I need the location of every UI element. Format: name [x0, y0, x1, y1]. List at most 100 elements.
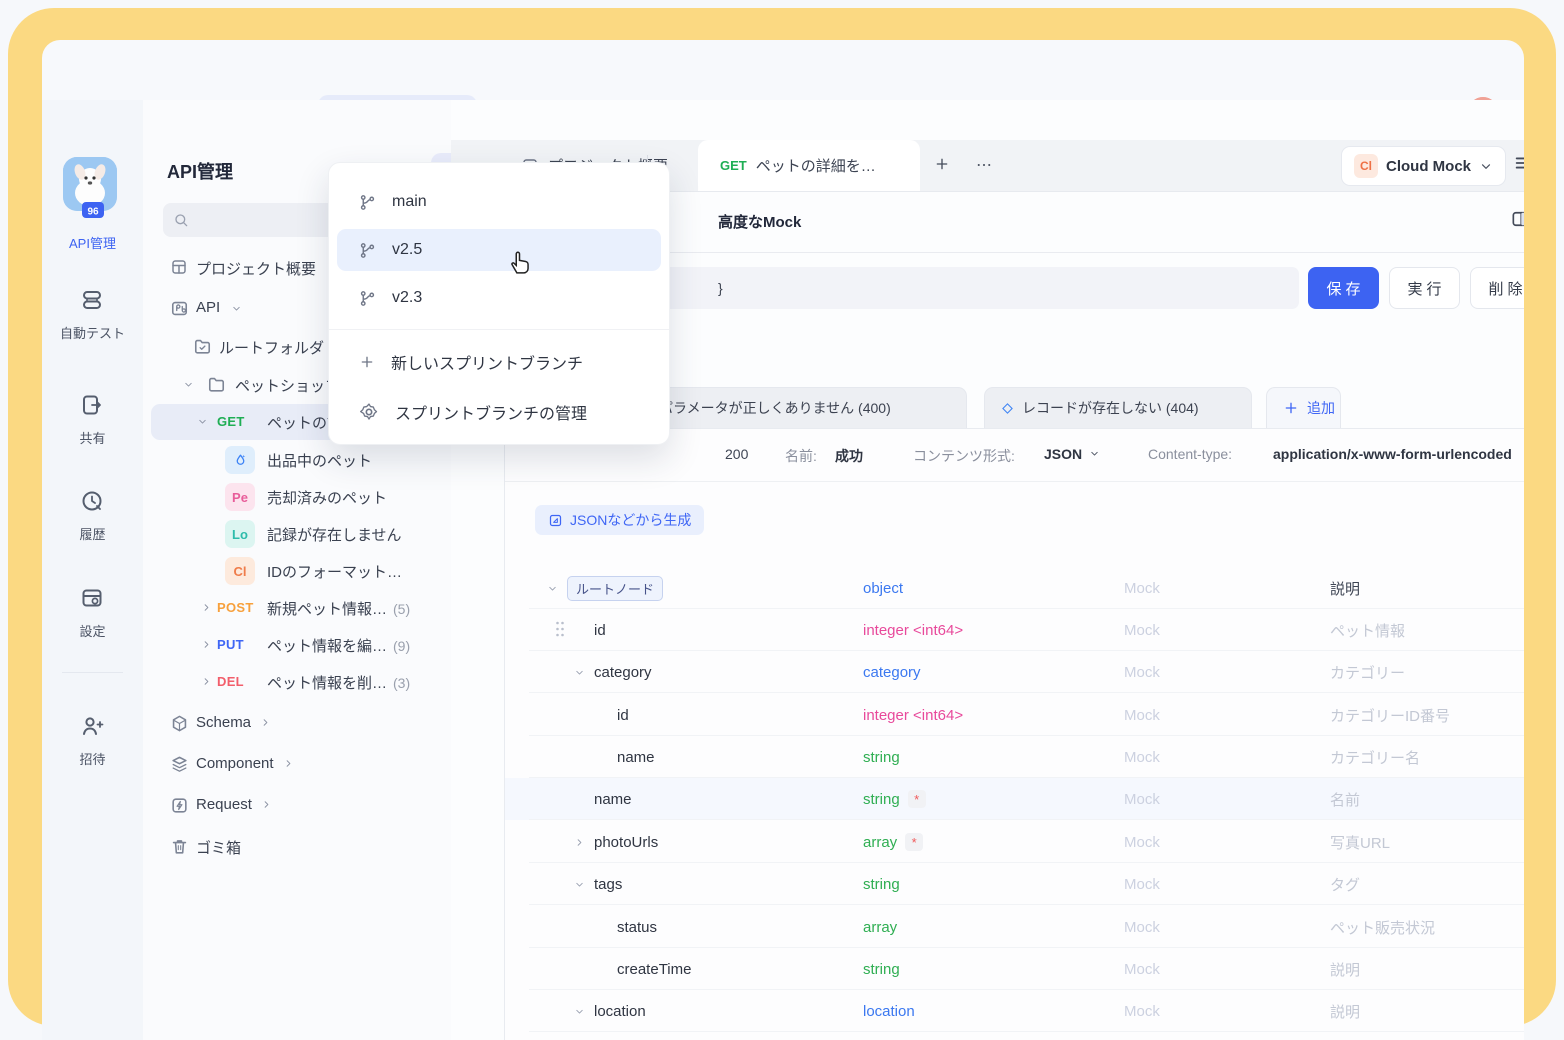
- run-button[interactable]: 実行: [1389, 267, 1460, 309]
- schema-row-photoUrls[interactable]: photoUrlsarray*Mock写真URL: [505, 821, 1524, 863]
- schema-row-id[interactable]: idinteger <int64>MockカテゴリーID番号: [505, 694, 1524, 736]
- field-name: name: [617, 736, 655, 778]
- schema-row-status[interactable]: statusarrayMockペット販売状況: [505, 906, 1524, 948]
- drag-handle-icon[interactable]: [555, 621, 565, 637]
- schema-row-location[interactable]: locationlocationMock説明: [505, 990, 1524, 1032]
- mock-placeholder[interactable]: Mock: [1124, 906, 1160, 948]
- tree-item-14[interactable]: Request: [143, 788, 443, 824]
- expander-down-icon[interactable]: [231, 303, 243, 314]
- tree-item-put-10[interactable]: PUTペット情報を編…(9): [143, 627, 443, 663]
- rail-item-API管理[interactable]: 96API管理: [42, 198, 143, 252]
- expander-down-icon[interactable]: [183, 379, 195, 390]
- field-type[interactable]: string: [863, 948, 900, 990]
- branch-option-main[interactable]: main: [337, 181, 661, 223]
- expander-right-icon[interactable]: [260, 717, 271, 728]
- mock-placeholder[interactable]: Mock: [1124, 990, 1160, 1032]
- field-type[interactable]: integer <int64>: [863, 694, 963, 736]
- field-type[interactable]: string*: [863, 778, 926, 820]
- schema-row-name[interactable]: name string Mock カテゴリー名: [505, 736, 1524, 778]
- tree-item-label: ルートフォルダ: [219, 337, 324, 358]
- field-type[interactable]: location: [863, 990, 915, 1032]
- tree-item-7[interactable]: Lo記録が存在しません: [143, 516, 443, 552]
- field-description[interactable]: カテゴリーID番号: [1330, 694, 1450, 736]
- field-description[interactable]: タグ: [1330, 863, 1360, 905]
- tree-item-8[interactable]: ClIDのフォーマット…: [143, 553, 443, 589]
- field-type[interactable]: array*: [863, 821, 923, 863]
- expander-right-icon[interactable]: [283, 758, 294, 769]
- field-description[interactable]: カテゴリー名: [1330, 736, 1420, 778]
- environment-selector[interactable]: Cl Cloud Mock: [1341, 146, 1506, 186]
- branch-option-v2.3[interactable]: v2.3: [337, 277, 661, 319]
- response-tab-2[interactable]: 追加: [1266, 387, 1341, 428]
- hamburger-menu-icon[interactable]: [1513, 152, 1524, 174]
- split-panel-icon[interactable]: [1510, 209, 1524, 229]
- schema-row-id[interactable]: idinteger <int64>Mockペット情報: [505, 609, 1524, 651]
- tree-item-13[interactable]: Component: [143, 747, 443, 783]
- field-type[interactable]: string: [863, 863, 900, 905]
- field-description[interactable]: 説明: [1330, 990, 1360, 1032]
- mock-placeholder[interactable]: Mock: [1124, 736, 1160, 778]
- mock-placeholder[interactable]: Mock: [1124, 651, 1160, 693]
- tree-item-post-9[interactable]: POST新規ペット情報…(5): [143, 590, 443, 626]
- expander-down-icon[interactable]: [574, 863, 585, 905]
- schema-row-tags[interactable]: tagsstringMockタグ: [505, 863, 1524, 905]
- field-description[interactable]: ペット販売状況: [1330, 906, 1435, 948]
- field-description[interactable]: 説明: [1330, 567, 1360, 609]
- response-tab-0[interactable]: パラメータが正しくありません (400): [642, 387, 967, 428]
- branch-option-v2.5[interactable]: v2.5: [337, 229, 661, 271]
- field-description[interactable]: ペット情報: [1330, 609, 1405, 651]
- mock-placeholder[interactable]: Mock: [1124, 863, 1160, 905]
- field-description[interactable]: 説明: [1330, 948, 1360, 990]
- mock-placeholder[interactable]: Mock: [1124, 694, 1160, 736]
- branch-menu-action-1[interactable]: スプリントブランチの管理: [337, 391, 661, 433]
- rail-item-履歴[interactable]: 履歴: [42, 489, 143, 543]
- schema-row-ルートノード[interactable]: ルートノード object Mock 説明: [505, 567, 1524, 609]
- tree-item-5[interactable]: 出品中のペット: [143, 442, 443, 478]
- save-button[interactable]: 保存: [1308, 267, 1379, 309]
- rail-item-自動テスト[interactable]: 自動テスト: [42, 288, 143, 342]
- expander-down-icon[interactable]: [574, 651, 585, 693]
- tree-item-15[interactable]: ゴミ箱: [143, 829, 443, 865]
- field-type[interactable]: array: [863, 906, 897, 948]
- delete-button[interactable]: 削除: [1470, 267, 1524, 309]
- tree-item-6[interactable]: Pe売却済みのペット: [143, 479, 443, 515]
- generate-from-json-button[interactable]: JSONなどから生成: [535, 505, 704, 535]
- mock-placeholder[interactable]: Mock: [1124, 948, 1160, 990]
- schema-row-category[interactable]: categorycategoryMockカテゴリー: [505, 651, 1524, 693]
- expander-right-icon[interactable]: [201, 639, 213, 650]
- tree-item-del-11[interactable]: DELペット情報を削…(3): [143, 664, 443, 700]
- expander-right-icon[interactable]: [261, 799, 272, 810]
- field-description[interactable]: 写真URL: [1330, 821, 1390, 863]
- field-type[interactable]: integer <int64>: [863, 609, 963, 651]
- response-tab-1[interactable]: レコードが存在しない (404): [984, 387, 1252, 428]
- mock-placeholder[interactable]: Mock: [1124, 778, 1160, 820]
- expander-right-icon[interactable]: [201, 602, 213, 613]
- mock-path-input[interactable]: }: [602, 267, 1299, 309]
- schema-row-name[interactable]: namestring*Mock名前: [505, 778, 1524, 820]
- expander-right-icon[interactable]: [574, 821, 585, 863]
- tree-item-12[interactable]: Schema: [143, 706, 443, 742]
- field-type[interactable]: object: [863, 567, 903, 609]
- rail-item-設定[interactable]: 設定: [42, 586, 143, 640]
- mock-placeholder[interactable]: Mock: [1124, 821, 1160, 863]
- root-node-tag[interactable]: ルートノード: [567, 576, 663, 601]
- field-type[interactable]: category: [863, 651, 921, 693]
- field-description[interactable]: 名前: [1330, 778, 1360, 820]
- more-tabs-icon[interactable]: [975, 156, 993, 174]
- format-select[interactable]: JSON: [1044, 446, 1082, 462]
- tab-advanced-mock[interactable]: 高度なMock: [718, 211, 801, 232]
- expander-down-icon[interactable]: [574, 990, 585, 1032]
- field-description[interactable]: カテゴリー: [1330, 651, 1405, 693]
- mock-placeholder[interactable]: Mock: [1124, 567, 1160, 609]
- field-type[interactable]: string: [863, 736, 900, 778]
- mock-placeholder[interactable]: Mock: [1124, 609, 1160, 651]
- expander-right-icon[interactable]: [201, 676, 213, 687]
- expander-down-icon[interactable]: [547, 567, 558, 609]
- new-tab-icon[interactable]: [934, 156, 950, 172]
- doc-tab-1[interactable]: GETペットの詳細を…: [698, 140, 920, 191]
- expander-down-icon[interactable]: [197, 416, 209, 427]
- rail-item-共有[interactable]: 共有: [42, 393, 143, 447]
- rail-item-招待[interactable]: 招待: [42, 714, 143, 768]
- schema-row-createTime[interactable]: createTimestringMock説明: [505, 948, 1524, 990]
- branch-menu-action-0[interactable]: 新しいスプリントブランチ: [337, 341, 661, 383]
